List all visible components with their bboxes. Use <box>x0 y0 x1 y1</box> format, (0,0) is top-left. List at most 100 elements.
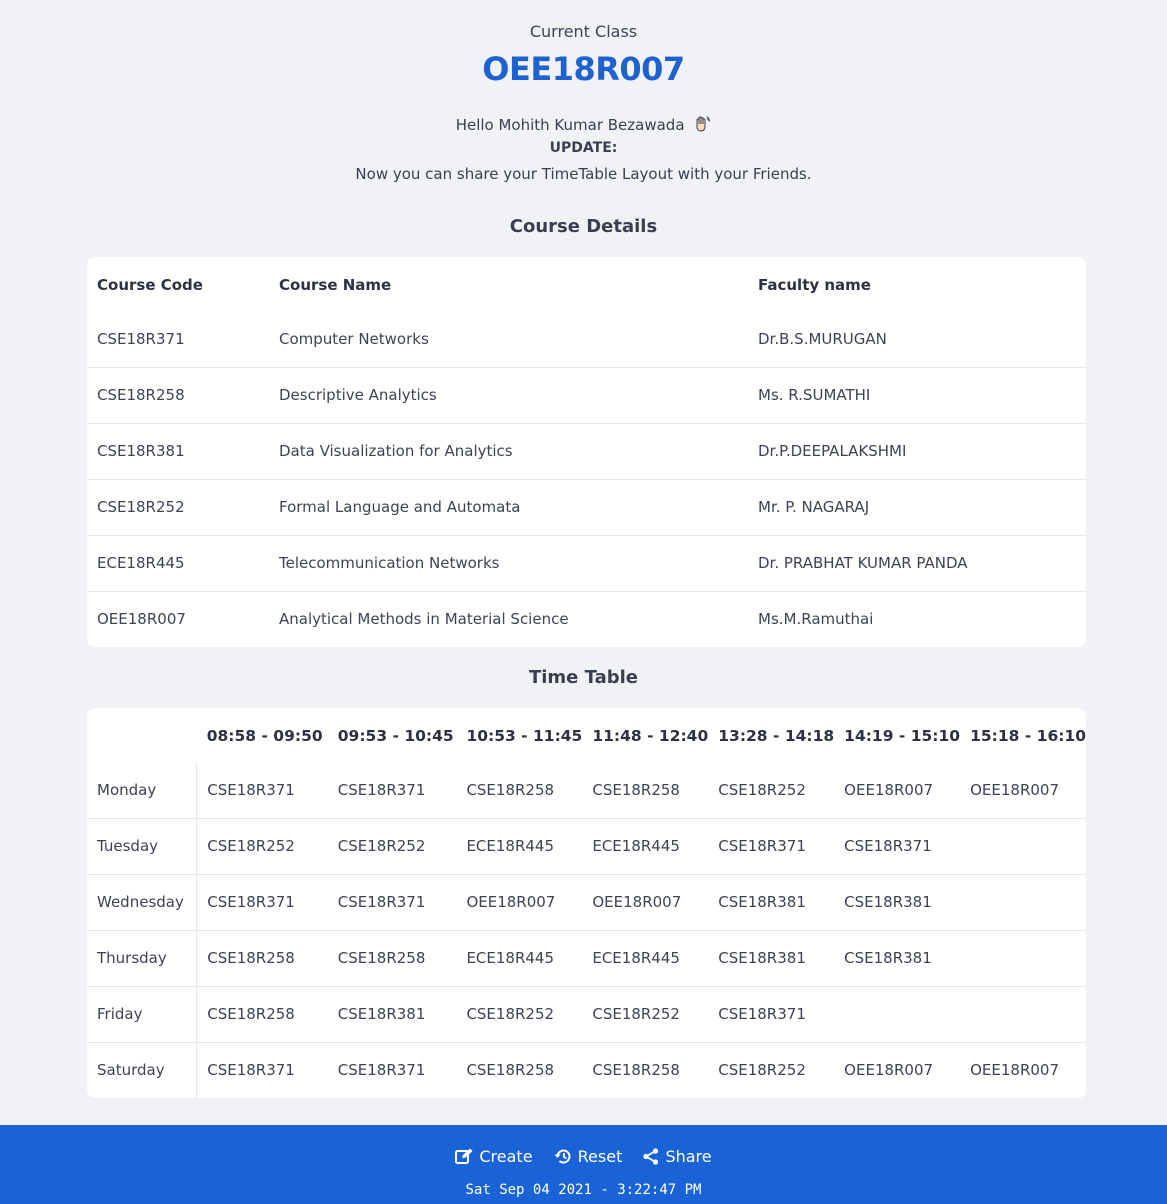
timetable-cell: CSE18R381 <box>718 893 806 911</box>
time-slot-header: 10:53 - 11:45 <box>466 726 583 745</box>
create-button[interactable]: Create <box>455 1147 533 1166</box>
timetable-row: Wednesday CSE18R371 CSE18R371 OEE18R007 OEE1… <box>87 874 1086 930</box>
timetable-row: Saturday CSE18R371 CSE18R371 CSE18R258 CSE18… <box>87 1042 1086 1098</box>
faculty-name-cell: Dr.B.S.MURUGAN <box>758 330 887 349</box>
timetable-cell: ECE18R445 <box>466 949 555 967</box>
time-slot-header: 13:28 - 14:18 <box>718 726 835 745</box>
timetable-cell: ECE18R445 <box>466 837 555 855</box>
timetable-cell: OEE18R007 <box>970 781 1059 800</box>
corner-cell <box>87 708 197 763</box>
timetable-cell: CSE18R252 <box>718 1061 806 1080</box>
course-row: OEE18R007 Analytical Methods in Material … <box>87 591 1086 647</box>
course-row: ECE18R445 Telecommunication Networks Dr. P… <box>87 535 1086 591</box>
edit-icon <box>455 1148 473 1164</box>
course-details-title: Course Details <box>509 216 658 237</box>
timetable-card: 08:58 - 09:50 09:53 - 10:45 10:53 - 11:45 1… <box>87 708 1086 1098</box>
course-code-cell: CSE18R252 <box>97 498 185 516</box>
greeting-text: Hello Mohith Kumar Bezawada <box>455 116 685 134</box>
time-slot-header: 15:18 - 16:10 <box>970 726 1086 745</box>
timetable-table: 08:58 - 09:50 09:53 - 10:45 10:53 - 11:45 1… <box>87 708 1086 1098</box>
timetable-header-row: 08:58 - 09:50 09:53 - 10:45 10:53 - 11:45 1… <box>87 708 1086 763</box>
timetable-cell: CSE18R258 <box>466 781 555 800</box>
timetable-cell: ECE18R445 <box>592 837 680 855</box>
timetable-cell <box>960 930 1086 986</box>
timetable-cell: OEE18R007 <box>466 893 556 911</box>
timetable-cell: CSE18R371 <box>718 1005 806 1023</box>
timetable-row: Thursday CSE18R258 CSE18R258 ECE18R445 ECE18… <box>87 930 1086 986</box>
footer-actions: Create Reset Share <box>0 1147 1167 1169</box>
timetable-row: Monday CSE18R371 CSE18R371 CSE18R258 CSE18R2… <box>87 763 1086 818</box>
column-header: Faculty name <box>758 275 871 294</box>
course-table-header-row: Course Code Course Name Faculty name <box>87 257 1086 312</box>
timetable-cell: CSE18R252 <box>592 1005 680 1023</box>
course-row: CSE18R252 Formal Language and Automata Mr.… <box>87 479 1086 535</box>
timetable-cell: CSE18R371 <box>207 781 295 800</box>
greeting: Hello Mohith Kumar Bezawada <box>0 115 1167 134</box>
timetable-cell: CSE18R258 <box>207 949 295 967</box>
course-code-cell: CSE18R258 <box>97 386 185 404</box>
timetable-row: Tuesday CSE18R252 CSE18R252 ECE18R445 ECE18R… <box>87 818 1086 874</box>
timetable-cell <box>834 986 960 1042</box>
time-slot-header: 14:19 - 15:10 <box>844 726 961 745</box>
timetable-cell: CSE18R381 <box>844 893 932 911</box>
course-details-table: Course Code Course Name Faculty name CSE… <box>87 257 1086 647</box>
timetable-cell: CSE18R371 <box>207 893 295 911</box>
course-code-cell: ECE18R445 <box>97 554 185 572</box>
create-button-label: Create <box>479 1147 533 1166</box>
course-name-cell: Formal Language and Automata <box>279 498 521 516</box>
course-name-cell: Analytical Methods in Material Science <box>279 610 569 629</box>
faculty-name-cell: Dr. PRABHAT KUMAR PANDA <box>758 554 968 572</box>
reset-button-label: Reset <box>577 1147 623 1166</box>
timetable-cell: CSE18R371 <box>718 837 806 855</box>
timetable-cell: OEE18R007 <box>844 781 934 800</box>
course-name-cell: Computer Networks <box>279 330 429 349</box>
timetable-cell: CSE18R252 <box>337 837 426 855</box>
share-icon <box>643 1148 659 1165</box>
timetable-cell: CSE18R381 <box>718 949 806 967</box>
course-name-cell: Data Visualization for Analytics <box>279 442 513 460</box>
timetable-title: Time Table <box>528 667 639 688</box>
timetable-cell: OEE18R007 <box>970 1061 1059 1080</box>
timetable-cell: CSE18R381 <box>337 1005 426 1023</box>
day-label: Thursday <box>87 930 198 986</box>
timetable-cell: CSE18R371 <box>207 1061 295 1080</box>
history-icon <box>554 1149 571 1164</box>
faculty-name-cell: Ms. R.SUMATHI <box>758 386 871 404</box>
share-button[interactable]: Share <box>643 1147 712 1166</box>
day-label: Wednesday <box>87 874 198 930</box>
timetable-cell: CSE18R381 <box>844 949 932 967</box>
update-text: Now you can share your TimeTable Layout … <box>355 165 812 183</box>
faculty-name-cell: Ms.M.Ramuthai <box>758 610 874 629</box>
time-slot-header: 08:58 - 09:50 <box>206 726 323 745</box>
column-header: Course Name <box>279 275 392 294</box>
course-code-cell: OEE18R007 <box>97 610 186 629</box>
timetable-cell: CSE18R258 <box>592 781 680 800</box>
timetable-cell: CSE18R371 <box>844 837 932 855</box>
course-code-cell: CSE18R381 <box>97 442 185 460</box>
timetable-cell: CSE18R252 <box>466 1005 555 1023</box>
day-label: Saturday <box>87 1042 198 1098</box>
time-slot-header: 11:48 - 12:40 <box>592 726 709 745</box>
timetable-row: Friday CSE18R258 CSE18R381 CSE18R252 CSE18R2… <box>87 986 1086 1042</box>
day-label: Monday <box>87 763 198 818</box>
day-label: Tuesday <box>87 818 198 874</box>
timetable-cell: CSE18R258 <box>337 949 426 967</box>
course-name-cell: Telecommunication Networks <box>279 554 500 572</box>
share-button-label: Share <box>665 1147 712 1166</box>
faculty-name-cell: Dr.P.DEEPALAKSHMI <box>758 442 907 460</box>
course-details-card: Course Code Course Name Faculty name CSE… <box>87 257 1086 647</box>
course-row: CSE18R371 Computer Networks Dr.B.S.MURUGAN <box>87 312 1086 367</box>
timetable-cell <box>960 818 1086 874</box>
current-class-code: OEE18R007 <box>482 50 685 88</box>
timetable-cell: CSE18R252 <box>718 781 806 800</box>
timetable-cell: CSE18R258 <box>592 1061 680 1080</box>
course-row: CSE18R381 Data Visualization for Analytic… <box>87 423 1086 479</box>
faculty-name-cell: Mr. P. NAGARAJ <box>758 498 870 516</box>
reset-button[interactable]: Reset <box>554 1147 623 1166</box>
update-title: UPDATE: <box>549 140 618 156</box>
time-slot-header: 09:53 - 10:45 <box>337 726 454 745</box>
waving-hand-icon <box>696 116 711 132</box>
timetable-cell: CSE18R252 <box>207 837 295 855</box>
timetable-cell: CSE18R371 <box>337 1061 426 1080</box>
course-code-cell: CSE18R371 <box>97 330 185 349</box>
